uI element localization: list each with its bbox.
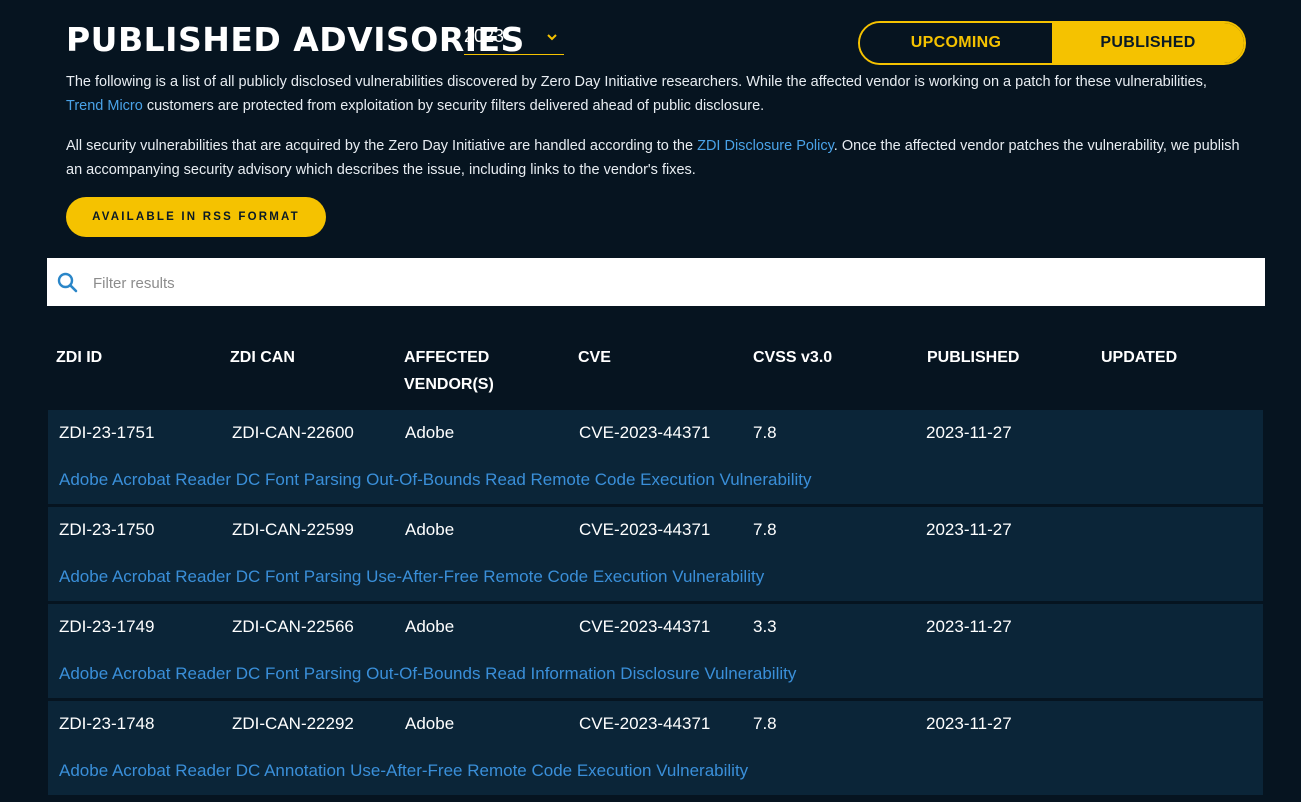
cell-cvss: 3.3 [753, 617, 777, 636]
cell-cve: CVE-2023-44371 [579, 520, 711, 539]
toggle-upcoming[interactable]: UPCOMING [860, 23, 1052, 63]
header-published[interactable]: PUBLISHED [927, 344, 1019, 371]
table-row[interactable]: ZDI-23-1750 ZDI-CAN-22599 Adobe CVE-2023… [48, 507, 1263, 601]
cell-cvss: 7.8 [753, 520, 777, 539]
intro-text: customers are protected from exploitatio… [142, 98, 765, 114]
table-row[interactable]: ZDI-23-1749 ZDI-CAN-22566 Adobe CVE-2023… [48, 604, 1263, 698]
table-row[interactable]: ZDI-23-1751 ZDI-CAN-22600 Adobe CVE-2023… [48, 410, 1263, 504]
cell-vendor: Adobe [405, 520, 455, 539]
intro-paragraph-1: The following is a list of all publicly … [66, 70, 1246, 118]
header-vendor-line1: AFFECTED [404, 349, 490, 366]
advisory-title-link[interactable]: Adobe Acrobat Reader DC Font Parsing Use… [59, 567, 764, 587]
cell-published: 2023-11-27 [926, 423, 1012, 442]
cell-zdi-can: ZDI-CAN-22599 [232, 520, 354, 539]
cell-published: 2023-11-27 [926, 520, 1012, 539]
cell-vendor: Adobe [405, 423, 455, 442]
header-cvss[interactable]: CVSS v3.0 [753, 344, 832, 371]
disclosure-policy-link[interactable]: ZDI Disclosure Policy [697, 138, 834, 154]
cell-zdi-id: ZDI-23-1751 [59, 423, 155, 442]
advisories-page: PUBLISHED ADVISORIES 2023 UPCOMING PUBLI… [0, 0, 1301, 802]
rss-format-button[interactable]: AVAILABLE IN RSS FORMAT [66, 197, 326, 237]
header-vendor-line2: VENDOR(S) [404, 376, 494, 393]
header-affected-vendor[interactable]: AFFECTED VENDOR(S) [404, 344, 494, 398]
advisory-title-link[interactable]: Adobe Acrobat Reader DC Annotation Use-A… [59, 761, 748, 781]
cell-vendor: Adobe [405, 617, 455, 636]
intro-text: The following is a list of all publicly … [66, 74, 1207, 90]
cell-zdi-id: ZDI-23-1748 [59, 714, 155, 733]
filter-input[interactable] [91, 258, 1255, 308]
header-updated[interactable]: UPDATED [1101, 344, 1177, 371]
filter-bar [47, 258, 1265, 308]
toggle-published[interactable]: PUBLISHED [1052, 23, 1244, 63]
cell-cve: CVE-2023-44371 [579, 423, 711, 442]
year-select[interactable]: 2023 [464, 24, 564, 55]
year-select-value: 2023 [464, 26, 505, 46]
cell-cve: CVE-2023-44371 [579, 617, 711, 636]
cell-zdi-can: ZDI-CAN-22292 [232, 714, 354, 733]
table-row[interactable]: ZDI-23-1748 ZDI-CAN-22292 Adobe CVE-2023… [48, 701, 1263, 795]
header-zdi-can[interactable]: ZDI CAN [230, 344, 295, 371]
cell-vendor: Adobe [405, 714, 455, 733]
cell-zdi-can: ZDI-CAN-22566 [232, 617, 354, 636]
header-cve[interactable]: CVE [578, 344, 611, 371]
cell-zdi-can: ZDI-CAN-22600 [232, 423, 354, 442]
page-title: PUBLISHED ADVISORIES [66, 20, 525, 59]
search-icon [57, 272, 78, 293]
cell-cve: CVE-2023-44371 [579, 714, 711, 733]
cell-zdi-id: ZDI-23-1750 [59, 520, 155, 539]
cell-zdi-id: ZDI-23-1749 [59, 617, 155, 636]
table-header: ZDI ID ZDI CAN AFFECTED VENDOR(S) CVE CVS… [48, 340, 1264, 400]
advisory-title-link[interactable]: Adobe Acrobat Reader DC Font Parsing Out… [59, 664, 796, 684]
trend-micro-link[interactable]: Trend Micro [66, 98, 143, 114]
header-zdi-id[interactable]: ZDI ID [56, 344, 102, 371]
cell-published: 2023-11-27 [926, 714, 1012, 733]
cell-cvss: 7.8 [753, 714, 777, 733]
intro-text: All security vulnerabilities that are ac… [66, 138, 698, 154]
cell-cvss: 7.8 [753, 423, 777, 442]
chevron-down-icon [547, 34, 557, 41]
intro-paragraph-2: All security vulnerabilities that are ac… [66, 134, 1246, 182]
advisory-title-link[interactable]: Adobe Acrobat Reader DC Font Parsing Out… [59, 470, 812, 490]
cell-published: 2023-11-27 [926, 617, 1012, 636]
advisory-toggle: UPCOMING PUBLISHED [858, 21, 1246, 65]
